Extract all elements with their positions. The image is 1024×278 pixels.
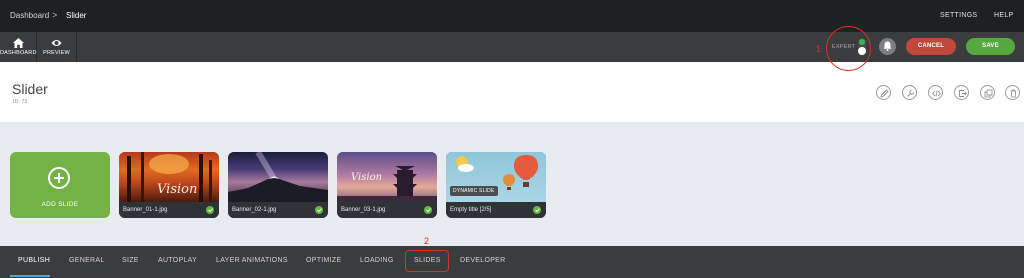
delete-button[interactable]: [1005, 85, 1020, 100]
duplicate-icon: [984, 89, 993, 98]
save-button[interactable]: SAVE: [966, 38, 1015, 55]
home-icon: [12, 38, 24, 48]
slide-thumbnail[interactable]: Vision Banner_03-1.jpg: [337, 152, 437, 218]
settings-tab-bar: [0, 246, 1024, 278]
slide-thumb-text: Vision: [351, 172, 383, 183]
slide-footer: Banner_02-1.jpg: [228, 202, 328, 218]
slide-image: DYNAMIC SLIDE: [446, 152, 546, 202]
check-icon: [206, 206, 214, 214]
annotation-number: 1: [816, 44, 822, 54]
breadcrumb-separator: >: [52, 10, 58, 20]
export-button[interactable]: [954, 85, 969, 100]
slide-footer: Banner_01-1.jpg: [119, 202, 219, 218]
check-icon: [533, 206, 541, 214]
slide-filename: Banner_01-1.jpg: [123, 207, 168, 213]
check-icon: [424, 206, 432, 214]
duplicate-button[interactable]: [980, 85, 995, 100]
tab-developer[interactable]: DEVELOPER: [460, 257, 506, 264]
bell-icon: [883, 41, 892, 51]
eye-icon: [51, 40, 62, 46]
slider-header: [0, 62, 1024, 122]
slide-filename: Banner_02-1.jpg: [232, 207, 277, 213]
page-title: Slider: [12, 81, 48, 97]
trash-icon: [1010, 89, 1017, 98]
preview-button[interactable]: PREVIEW: [37, 32, 77, 62]
embed-code-button[interactable]: [928, 85, 943, 100]
slide-footer: Empty title [2/5]: [446, 202, 546, 218]
cancel-button[interactable]: CANCEL: [906, 38, 956, 55]
slide-image: Vision: [119, 152, 219, 202]
dashboard-label: DASHBOARD: [0, 50, 37, 56]
top-bar: Dashboard > Slider SETTINGS HELP: [0, 0, 1024, 32]
tab-general[interactable]: GENERAL: [69, 257, 105, 264]
dashboard-button[interactable]: DASHBOARD: [0, 32, 37, 62]
add-slide-label: ADD SLIDE: [41, 201, 79, 208]
wrench-icon: [907, 89, 915, 97]
tab-autoplay[interactable]: AUTOPLAY: [158, 257, 197, 264]
tab-optimize[interactable]: OPTIMIZE: [306, 257, 341, 264]
annotation-number: 2: [424, 236, 430, 246]
slide-thumb-text: Vision: [157, 182, 198, 197]
annotation-box: [405, 250, 449, 272]
preview-label: PREVIEW: [43, 50, 70, 56]
slide-thumbnail[interactable]: Vision Banner_01-1.jpg: [119, 152, 219, 218]
annotation-circle: [826, 26, 871, 71]
slide-filename: Banner_03-1.jpg: [341, 207, 386, 213]
check-icon: [315, 206, 323, 214]
edit-button[interactable]: [876, 85, 891, 100]
add-slide-button[interactable]: ADD SLIDE: [10, 152, 110, 218]
tab-loading[interactable]: LOADING: [360, 257, 394, 264]
notifications-button[interactable]: [879, 38, 896, 55]
dynamic-slide-badge: DYNAMIC SLIDE: [450, 186, 498, 196]
active-tab-indicator: [10, 275, 50, 277]
breadcrumb-current: Slider: [66, 11, 87, 20]
breadcrumb-dashboard-link[interactable]: Dashboard: [10, 11, 49, 20]
tab-size[interactable]: SIZE: [122, 257, 139, 264]
tab-layer-animations[interactable]: LAYER ANIMATIONS: [216, 257, 288, 264]
slide-thumbnail[interactable]: DYNAMIC SLIDE Empty title [2/5]: [446, 152, 546, 218]
help-link[interactable]: HELP: [994, 12, 1014, 19]
settings-tool-button[interactable]: [902, 85, 917, 100]
slide-thumbnail[interactable]: Banner_02-1.jpg: [228, 152, 328, 218]
settings-link[interactable]: SETTINGS: [940, 12, 977, 19]
slider-id: ID: 73: [13, 99, 28, 105]
add-circle-icon: [48, 167, 70, 189]
code-icon: [932, 90, 941, 97]
tab-publish[interactable]: PUBLISH: [18, 257, 50, 264]
slide-footer: Banner_03-1.jpg: [337, 202, 437, 218]
slide-image: [228, 152, 328, 202]
pencil-icon: [880, 89, 889, 98]
export-icon: [959, 90, 967, 97]
slide-image: Vision: [337, 152, 437, 202]
slide-filename: Empty title [2/5]: [450, 207, 492, 213]
